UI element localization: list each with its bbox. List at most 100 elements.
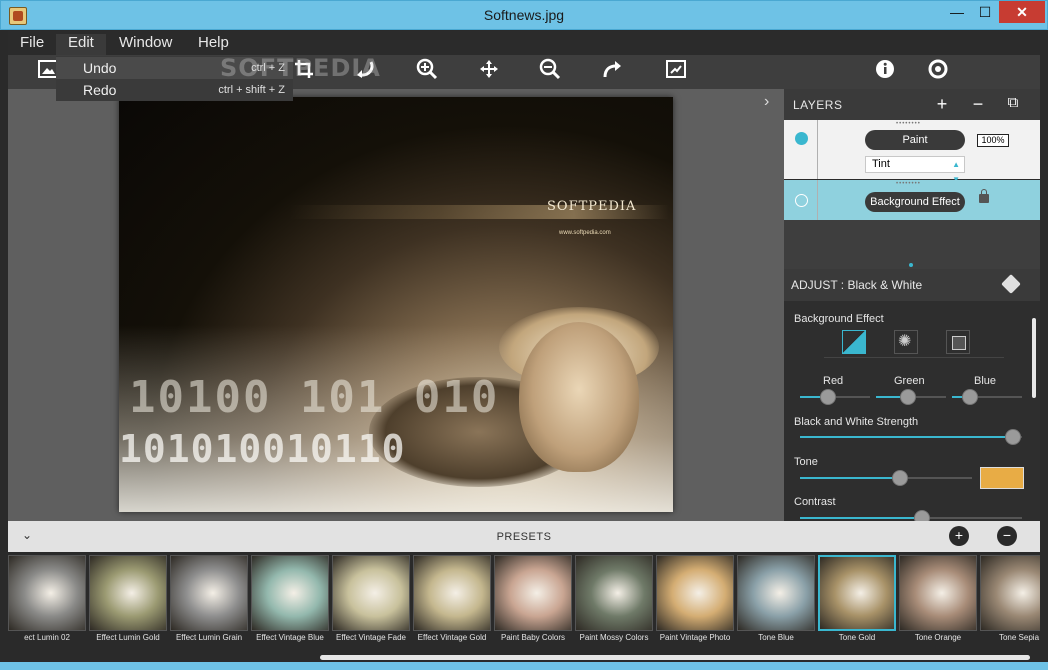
resize-handle-icon[interactable] <box>909 263 913 267</box>
menu-file[interactable]: File <box>8 34 56 56</box>
maximize-button[interactable]: ☐ <box>971 1 999 23</box>
adjust-scrollbar[interactable] <box>1032 318 1036 398</box>
tone-slider-fill <box>800 477 900 479</box>
menu-help[interactable]: Help <box>186 34 241 56</box>
layer-opacity[interactable]: 100% <box>977 134 1009 147</box>
add-layer-icon[interactable]: + <box>932 94 952 115</box>
menu-window[interactable]: Window <box>107 34 184 56</box>
preset-thumbnail[interactable] <box>575 555 653 631</box>
preset-item[interactable]: Effect Vintage Gold <box>413 555 491 642</box>
preset-item[interactable]: Tone Orange <box>899 555 977 642</box>
watermark: SOFTPEDIA <box>220 54 381 82</box>
photo-binary-pattern-front: 101010010110 <box>119 427 406 471</box>
preset-item[interactable]: Paint Vintage Photo <box>656 555 734 642</box>
red-slider-knob[interactable] <box>820 389 836 405</box>
contrast-label: Contrast <box>794 496 836 508</box>
effect-frame-button[interactable] <box>946 330 970 354</box>
preset-label: Effect Lumin Gold <box>96 633 160 642</box>
zoom-out-icon[interactable] <box>536 58 564 86</box>
blend-mode-value: Tint <box>872 158 890 170</box>
menu-edit[interactable]: Edit <box>56 34 106 56</box>
preset-item[interactable]: Effect Lumin Grain <box>170 555 248 642</box>
layer-name-background-effect[interactable]: Background Effect <box>865 192 965 212</box>
close-button[interactable]: ✕ <box>999 1 1045 23</box>
preset-thumbnail[interactable] <box>494 555 572 631</box>
preset-item[interactable]: Effect Vintage Fade <box>332 555 410 642</box>
green-slider[interactable] <box>876 389 946 405</box>
lock-icon <box>979 189 989 203</box>
green-label: Green <box>894 375 925 387</box>
effect-gradient-button[interactable] <box>842 330 866 354</box>
layers-empty-area <box>784 220 1040 269</box>
contrast-slider[interactable] <box>800 510 1022 521</box>
preset-thumbnail[interactable] <box>170 555 248 631</box>
preset-item[interactable]: ect Lumin 02 <box>8 555 86 642</box>
preset-item[interactable]: Paint Baby Colors <box>494 555 572 642</box>
background-effect-label: Background Effect <box>794 313 884 325</box>
adjust-panel: Background Effect Red Green Blue Black a… <box>784 301 1040 521</box>
layer-name-paint[interactable]: Paint <box>865 130 965 150</box>
preset-item[interactable]: Effect Vintage Blue <box>251 555 329 642</box>
blue-slider[interactable] <box>952 389 1022 405</box>
preset-label: Effect Vintage Gold <box>417 633 487 642</box>
preset-thumbnail[interactable] <box>251 555 329 631</box>
preset-thumbnail[interactable] <box>656 555 734 631</box>
preset-thumbnail[interactable] <box>737 555 815 631</box>
green-slider-knob[interactable] <box>900 389 916 405</box>
minimize-button[interactable]: — <box>943 1 971 23</box>
layer-visibility-toggle[interactable] <box>795 194 808 207</box>
strength-slider[interactable] <box>800 429 1022 445</box>
remove-layer-icon[interactable]: − <box>968 94 988 115</box>
preset-label: Tone Sepia <box>998 633 1040 642</box>
redo-label: Redo <box>83 82 117 98</box>
layer-row-paint[interactable]: •••••••• Paint 100% Tint ▲▼ <box>784 120 1040 184</box>
info-icon[interactable] <box>871 58 899 86</box>
blue-slider-knob[interactable] <box>962 389 978 405</box>
preset-item[interactable]: Tone Blue <box>737 555 815 642</box>
remove-preset-icon[interactable]: − <box>997 526 1017 546</box>
preset-item[interactable]: Tone Sepia <box>980 555 1040 642</box>
layer-visibility-toggle[interactable] <box>795 132 808 145</box>
redo-arrow-icon[interactable] <box>598 58 626 86</box>
contrast-slider-fill <box>800 517 922 519</box>
preset-item[interactable]: Effect Lumin Gold <box>89 555 167 642</box>
zoom-in-icon[interactable] <box>413 58 441 86</box>
tone-slider-knob[interactable] <box>892 470 908 486</box>
duplicate-layer-icon[interactable]: ⧉ <box>1003 94 1023 111</box>
preset-thumbnail[interactable] <box>980 555 1040 631</box>
red-slider[interactable] <box>800 389 870 405</box>
preset-item[interactable]: Paint Mossy Colors <box>575 555 653 642</box>
blend-mode-select[interactable]: Tint ▲▼ <box>865 156 965 184</box>
preset-thumbnail[interactable] <box>413 555 491 631</box>
window-title: Softnews.jpg <box>483 7 565 23</box>
adjust-header: ADJUST : Black & White <box>784 269 1040 301</box>
menu-item-redo[interactable]: Redo ctrl + shift + Z <box>56 79 293 101</box>
preset-thumbnail[interactable] <box>8 555 86 631</box>
drag-grip-icon[interactable]: •••••••• <box>896 121 921 127</box>
red-label: Red <box>823 375 844 387</box>
presets-scrollbar[interactable] <box>320 655 1030 660</box>
move-icon[interactable] <box>475 58 503 86</box>
preset-thumbnail[interactable] <box>89 555 167 631</box>
canvas-area[interactable]: › SOFTPEDIA www.softpedia.com 10100 101 … <box>8 89 784 521</box>
tone-color-swatch[interactable] <box>980 467 1024 489</box>
layer-row-background-effect[interactable]: •••••••• Background Effect <box>784 180 1040 220</box>
fit-image-icon[interactable] <box>662 58 690 86</box>
strength-slider-knob[interactable] <box>1005 429 1021 445</box>
add-preset-icon[interactable]: + <box>949 526 969 546</box>
preset-label: ect Lumin 02 <box>24 633 70 642</box>
eraser-icon[interactable] <box>1001 274 1021 294</box>
photo-canvas[interactable]: SOFTPEDIA www.softpedia.com 10100 101 01… <box>119 97 673 512</box>
drag-grip-icon[interactable]: •••••••• <box>896 181 921 187</box>
effect-brightness-button[interactable] <box>894 330 918 354</box>
preset-thumbnail[interactable] <box>899 555 977 631</box>
preset-label: Effect Vintage Fade <box>336 633 406 642</box>
tone-label: Tone <box>794 456 818 468</box>
tone-slider[interactable] <box>800 470 972 486</box>
preset-thumbnail[interactable] <box>818 555 896 631</box>
settings-gear-icon[interactable] <box>924 58 952 86</box>
preset-thumbnail[interactable] <box>332 555 410 631</box>
preset-item[interactable]: Tone Gold <box>818 555 896 642</box>
expand-panel-icon[interactable]: › <box>764 93 769 111</box>
contrast-slider-knob[interactable] <box>914 510 930 521</box>
